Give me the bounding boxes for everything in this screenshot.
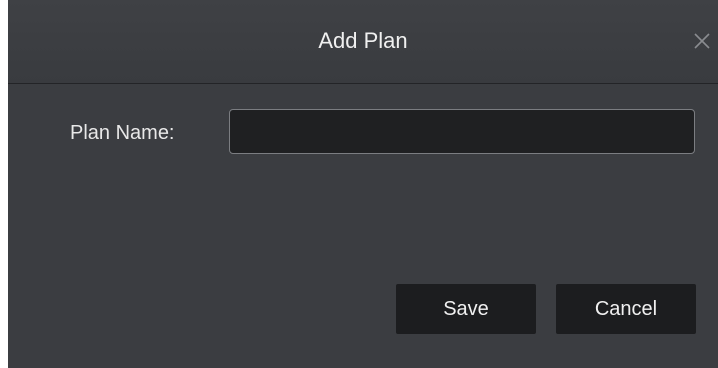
- dialog-titlebar: Add Plan: [8, 0, 718, 84]
- save-button[interactable]: Save: [396, 284, 536, 334]
- plan-name-label: Plan Name:: [70, 122, 175, 144]
- close-icon[interactable]: [688, 27, 716, 55]
- dialog-title: Add Plan: [318, 28, 408, 53]
- cancel-button[interactable]: Cancel: [556, 284, 696, 334]
- add-plan-dialog: Add Plan Plan Name: Save Cancel: [8, 0, 718, 368]
- plan-name-input[interactable]: [229, 109, 695, 154]
- dialog-body: Plan Name: Save Cancel: [8, 84, 718, 368]
